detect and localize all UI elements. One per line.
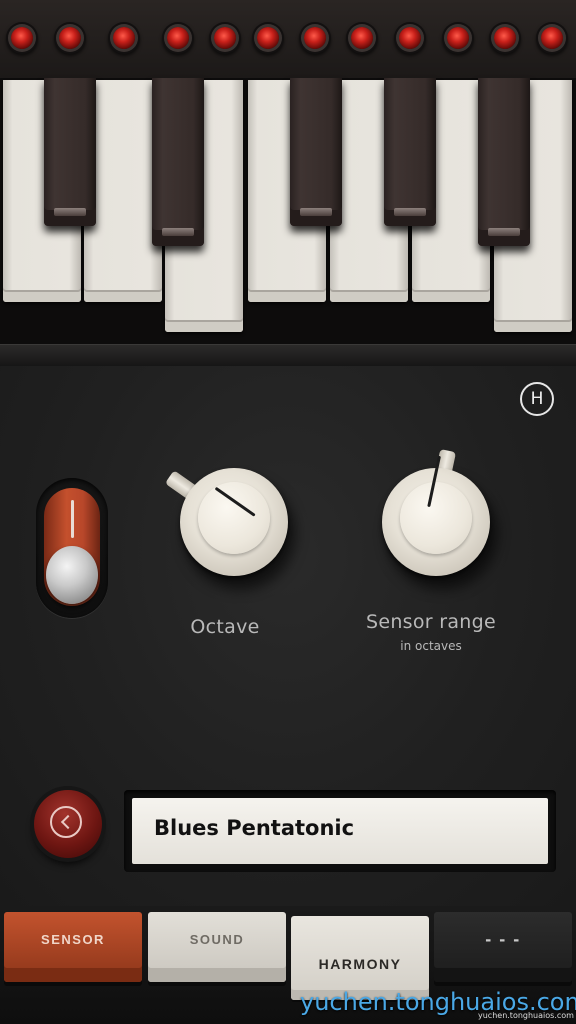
sensor-range-sublabel: in octaves	[400, 639, 462, 653]
sensor-range-label: Sensor range	[365, 611, 496, 633]
knob-cap	[400, 482, 472, 554]
toggle-knob[interactable]	[46, 546, 98, 604]
led-indicator	[399, 27, 421, 49]
tab-label: - - -	[485, 928, 521, 949]
back-button[interactable]	[34, 790, 102, 858]
tab-sound[interactable]: SOUND	[148, 912, 286, 982]
led-indicator	[167, 27, 189, 49]
led-indicator	[304, 27, 326, 49]
led-indicator	[214, 27, 236, 49]
tab-label: HARMONY	[318, 956, 402, 972]
led-indicator	[113, 27, 135, 49]
black-key[interactable]	[152, 78, 204, 246]
led-indicator	[541, 27, 563, 49]
octave-label: Octave	[190, 616, 260, 638]
keyboard-base	[0, 344, 576, 367]
tab-label: SOUND	[189, 931, 245, 947]
led-indicator	[257, 27, 279, 49]
help-button[interactable]: H	[520, 382, 554, 416]
black-key[interactable]	[478, 78, 530, 246]
led-indicator	[351, 27, 373, 49]
tab-more[interactable]: - - -	[434, 912, 572, 982]
led-strip	[0, 0, 576, 80]
tab-sensor[interactable]: SENSOR	[4, 912, 142, 982]
sensor-range-knob[interactable]	[382, 455, 490, 576]
black-key[interactable]	[290, 78, 342, 226]
black-key[interactable]	[384, 78, 436, 226]
chevron-left-icon	[50, 806, 82, 838]
black-key[interactable]	[44, 78, 96, 226]
led-indicator	[494, 27, 516, 49]
led-indicator	[11, 27, 33, 49]
tab-label: SENSOR	[41, 931, 105, 947]
octave-knob[interactable]	[180, 468, 288, 576]
led-indicator	[447, 27, 469, 49]
led-indicator	[59, 27, 81, 49]
piano-keyboard	[0, 78, 576, 344]
scale-name: Blues Pentatonic	[154, 816, 355, 840]
watermark-small: yuchen.tonghuaios.com	[478, 1011, 574, 1020]
knob-cap	[198, 482, 270, 554]
toggle-indicator-line	[71, 500, 74, 538]
